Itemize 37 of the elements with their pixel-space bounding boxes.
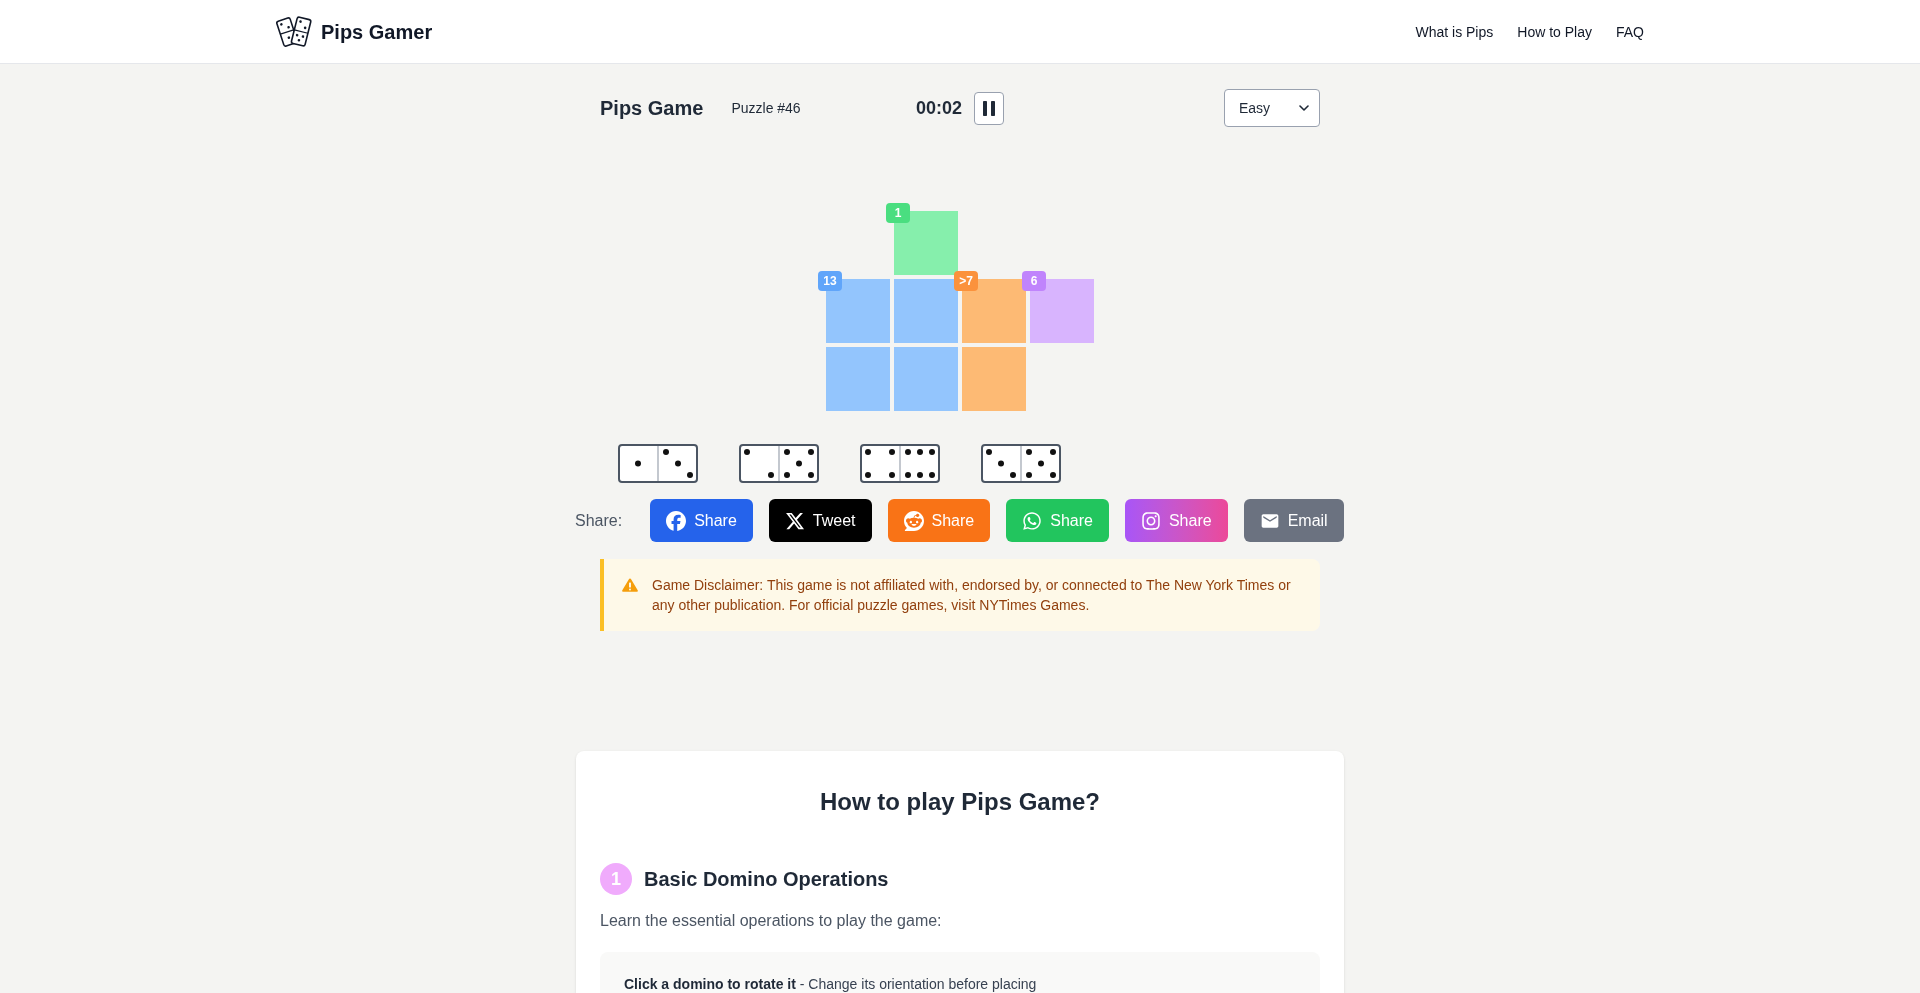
nav-link[interactable]: FAQ (1616, 21, 1644, 42)
share-label: Share: (575, 510, 623, 531)
domino[interactable] (618, 444, 698, 483)
section-title: How to play Pips Game? (818, 787, 1102, 817)
warning-icon (622, 578, 638, 592)
timer: 00:02 (915, 97, 962, 120)
step-intro: Learn the essential operations to play the game: (600, 911, 943, 931)
share-button[interactable]: Share (1124, 499, 1228, 542)
game-title: Pips Game (600, 96, 704, 121)
share-button[interactable]: Share (650, 499, 753, 542)
constraint-badge: 13 (818, 271, 842, 291)
reddit-icon (903, 510, 924, 531)
domino[interactable] (981, 444, 1061, 483)
x-logo-icon (784, 510, 805, 531)
site-title[interactable]: Pips Gamer (321, 17, 433, 46)
domino[interactable] (860, 444, 940, 483)
facebook-icon (666, 510, 687, 531)
nav-link[interactable]: How to Play (1517, 21, 1592, 42)
puzzle-number: Puzzle #46 (731, 99, 801, 118)
dominoes-logo-icon (276, 13, 313, 50)
step-number: 1 (600, 863, 632, 895)
difficulty-dropdown[interactable]: Easy (1224, 89, 1320, 127)
whatsapp-icon (1022, 510, 1043, 531)
share-button[interactable]: Tweet (768, 499, 872, 542)
pause-button[interactable] (974, 91, 1004, 125)
step-title: Basic Domino Operations (644, 867, 889, 892)
share-button[interactable]: Email (1243, 499, 1344, 542)
constraint-badge: >7 (954, 271, 978, 291)
tip-text: Click a domino to rotate it - Change its orientation before placing (624, 975, 1038, 993)
domino[interactable] (739, 444, 819, 483)
instagram-icon (1140, 510, 1161, 531)
nav-link[interactable]: What is Pips (1415, 21, 1494, 42)
disclaimer-text: Game Disclaimer: This game is not affiliated with, endorsed by, or connected to The New York Times or any other publication. For official puzzle games, visit NYTimes Games. (652, 576, 1292, 615)
pause-icon (983, 100, 995, 116)
constraint-badge: 1 (886, 203, 910, 223)
chevron-down-icon (1299, 105, 1309, 111)
constraint-badge: 6 (1022, 271, 1046, 291)
